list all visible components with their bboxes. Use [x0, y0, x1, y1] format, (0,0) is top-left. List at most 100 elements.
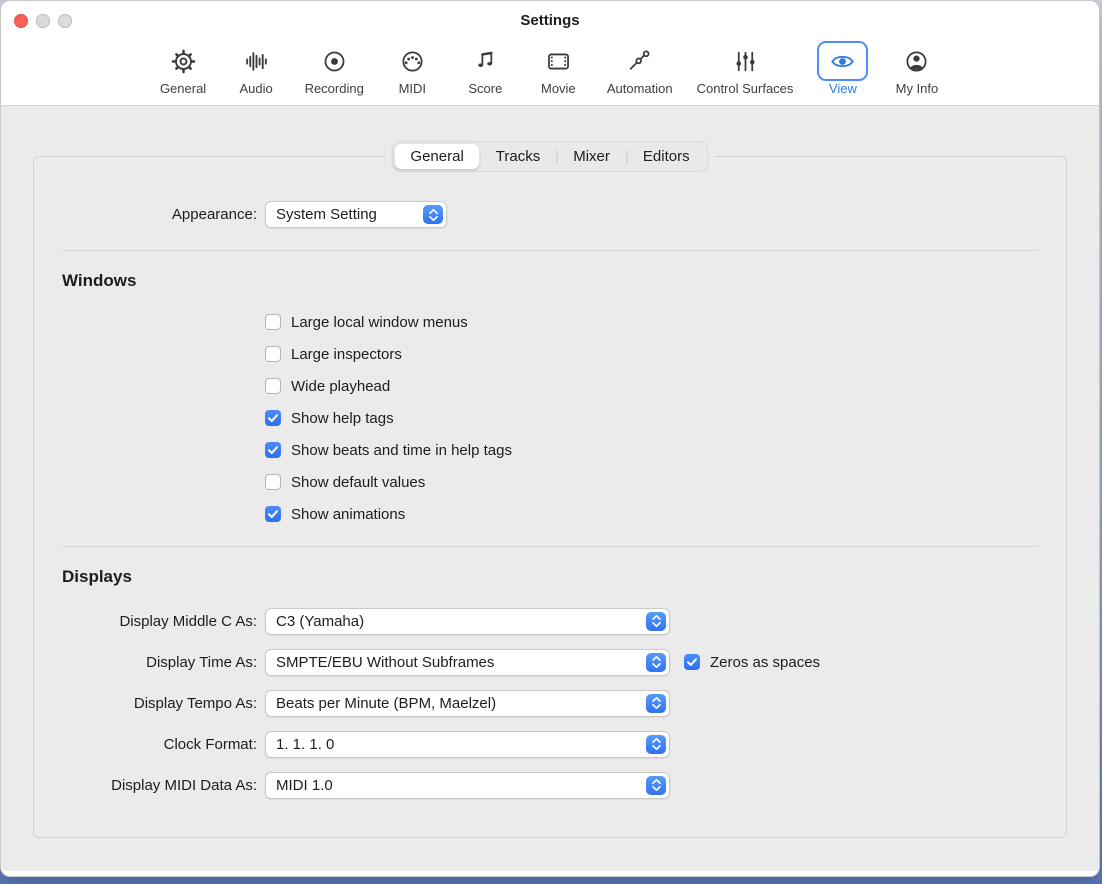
section-divider [62, 250, 1038, 251]
checkbox-label: Wide playhead [291, 378, 390, 395]
checkbox-label: Show default values [291, 474, 425, 491]
toolbar-item-label: Audio [239, 81, 272, 96]
display-middle-c-popup[interactable]: C3 (Yamaha) [265, 608, 670, 635]
tab-editors[interactable]: Editors [627, 144, 706, 169]
popup-stepper-icon [646, 735, 666, 754]
checkbox-row: Show animations [265, 504, 1038, 524]
traffic-lights [14, 14, 72, 28]
toolbar-item-label: Movie [541, 81, 576, 96]
toolbar-item-midi[interactable]: MIDI [388, 41, 437, 96]
display-row: Display Tempo As: Beats per Minute (BPM,… [62, 689, 1038, 717]
display-row: Display MIDI Data As: MIDI 1.0 [62, 771, 1038, 799]
toolbar-item-general[interactable]: General [159, 41, 208, 96]
toolbar-item-label: MIDI [399, 81, 426, 96]
row-label: Display MIDI Data As: [62, 777, 257, 794]
window-title: Settings [1, 1, 1099, 41]
checkbox-label: Show help tags [291, 410, 394, 427]
popup-stepper-icon [423, 205, 443, 224]
show-animations-checkbox[interactable] [265, 506, 281, 522]
show-default-values-checkbox[interactable] [265, 474, 281, 490]
popup-stepper-icon [646, 612, 666, 631]
minimize-button[interactable] [36, 14, 50, 28]
show-help-tags-checkbox[interactable] [265, 410, 281, 426]
toolbar-item-control-surfaces[interactable]: Control Surfaces [697, 41, 794, 96]
view-settings-pane: General Tracks Mixer Editors Appearance:… [1, 106, 1099, 871]
popup-value: 1. 1. 1. 0 [276, 736, 334, 753]
row-label: Clock Format: [62, 736, 257, 753]
settings-window: Settings General Audio [0, 0, 1100, 877]
toolbar-item-audio[interactable]: Audio [232, 41, 281, 96]
toolbar-item-label: Control Surfaces [697, 81, 794, 96]
checkbox-row: Show help tags [265, 408, 1038, 428]
appearance-row: Appearance: System Setting [62, 201, 1038, 228]
checkbox-row: Show default values [265, 472, 1038, 492]
toolbar-item-label: Recording [305, 81, 364, 96]
displays-section-title: Displays [62, 567, 1038, 587]
checkbox-label: Show beats and time in help tags [291, 442, 512, 459]
score-icon [472, 48, 499, 75]
tab-general[interactable]: General [394, 144, 479, 169]
show-beats-and-time-checkbox[interactable] [265, 442, 281, 458]
toolbar-item-score[interactable]: Score [461, 41, 510, 96]
toolbar-item-recording[interactable]: Recording [305, 41, 364, 96]
display-row: Clock Format: 1. 1. 1. 0 [62, 730, 1038, 758]
windows-checkbox-list: Large local window menus Large inspector… [265, 312, 1038, 524]
record-icon [321, 48, 348, 75]
waveform-icon [243, 48, 270, 75]
checkbox-row: Wide playhead [265, 376, 1038, 396]
display-tempo-popup[interactable]: Beats per Minute (BPM, Maelzel) [265, 690, 670, 717]
toolbar-item-label: General [160, 81, 206, 96]
checkbox-label: Zeros as spaces [710, 654, 820, 671]
tab-bar: General Tracks Mixer Editors [385, 141, 714, 172]
row-label: Display Tempo As: [62, 695, 257, 712]
person-icon [903, 48, 930, 75]
midi-icon [399, 48, 426, 75]
large-local-window-menus-checkbox[interactable] [265, 314, 281, 330]
row-label: Display Middle C As: [62, 613, 257, 630]
title-bar: Settings [1, 1, 1099, 39]
movie-icon [545, 48, 572, 75]
checkbox-row: Show beats and time in help tags [265, 440, 1038, 460]
close-button[interactable] [14, 14, 28, 28]
toolbar-item-label: Score [468, 81, 502, 96]
checkbox-label: Show animations [291, 506, 405, 523]
control-surfaces-icon [732, 48, 759, 75]
popup-value: SMPTE/EBU Without Subframes [276, 654, 494, 671]
eye-icon [828, 48, 857, 75]
popup-value: System Setting [276, 206, 377, 223]
wide-playhead-checkbox[interactable] [265, 378, 281, 394]
toolbar-item-automation[interactable]: Automation [607, 41, 673, 96]
gear-icon [170, 48, 197, 75]
tab-tracks[interactable]: Tracks [480, 144, 556, 169]
general-tab-panel: General Tracks Mixer Editors Appearance:… [33, 156, 1067, 838]
large-inspectors-checkbox[interactable] [265, 346, 281, 362]
zoom-button[interactable] [58, 14, 72, 28]
automation-icon [626, 48, 653, 75]
toolbar-item-my-info[interactable]: My Info [892, 41, 941, 96]
checkbox-row: Large local window menus [265, 312, 1038, 332]
checkbox-label: Large local window menus [291, 314, 468, 331]
clock-format-popup[interactable]: 1. 1. 1. 0 [265, 731, 670, 758]
desktop-backdrop: Settings General Audio [0, 0, 1102, 884]
toolbar-item-movie[interactable]: Movie [534, 41, 583, 96]
display-midi-data-popup[interactable]: MIDI 1.0 [265, 772, 670, 799]
windows-section-title: Windows [62, 271, 1038, 291]
settings-toolbar: General Audio Recording [1, 39, 1099, 106]
display-time-popup[interactable]: SMPTE/EBU Without Subframes [265, 649, 670, 676]
row-label: Display Time As: [62, 654, 257, 671]
zeros-as-spaces-checkbox[interactable] [684, 654, 700, 670]
appearance-label: Appearance: [62, 206, 257, 223]
popup-value: C3 (Yamaha) [276, 613, 364, 630]
toolbar-item-label: My Info [896, 81, 939, 96]
popup-value: MIDI 1.0 [276, 777, 333, 794]
checkbox-label: Large inspectors [291, 346, 402, 363]
popup-value: Beats per Minute (BPM, Maelzel) [276, 695, 496, 712]
toolbar-item-view[interactable]: View [817, 41, 868, 96]
appearance-popup[interactable]: System Setting [265, 201, 447, 228]
section-divider [62, 546, 1038, 547]
display-row: Display Middle C As: C3 (Yamaha) [62, 607, 1038, 635]
zeros-as-spaces-row: Zeros as spaces [684, 654, 820, 671]
popup-stepper-icon [646, 694, 666, 713]
popup-stepper-icon [646, 776, 666, 795]
tab-mixer[interactable]: Mixer [557, 144, 626, 169]
